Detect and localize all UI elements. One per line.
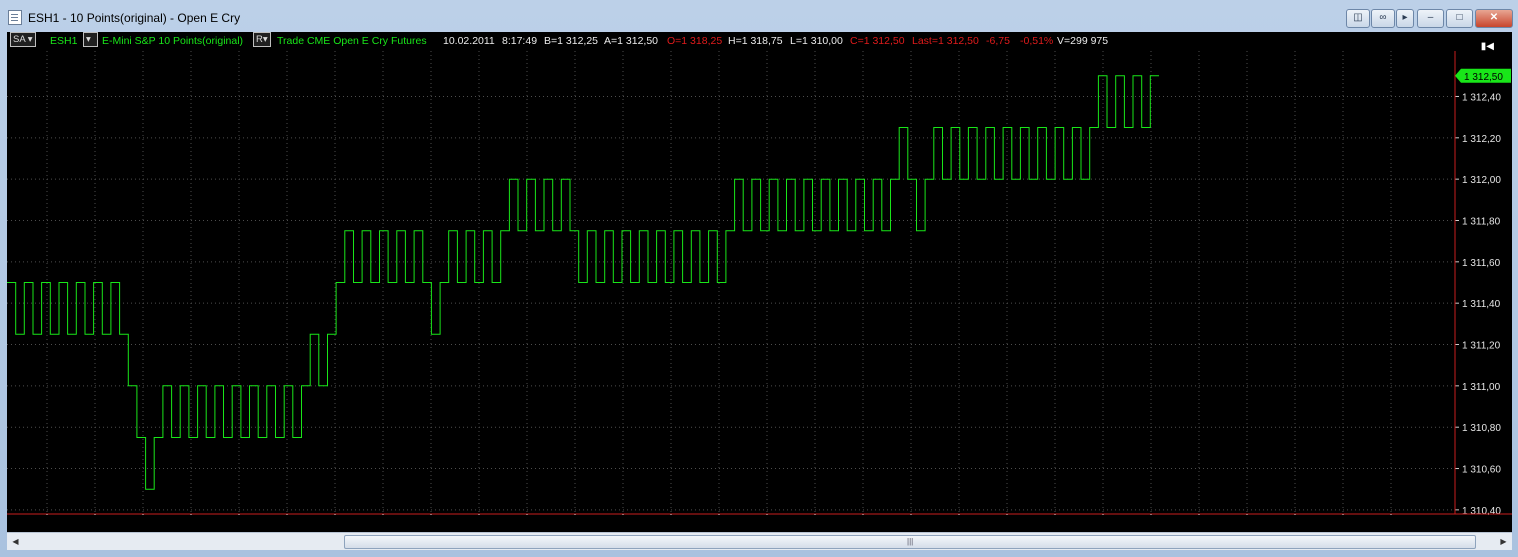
y-tick-label: 1 311,80 xyxy=(1462,216,1501,227)
price-chart[interactable]: 1 312,40 1 312,20 1 312,00 1 311,80 1 311,60… xyxy=(7,32,1512,515)
minimize-button[interactable]: – xyxy=(1417,9,1444,28)
y-tick-label: 1 311,20 xyxy=(1462,341,1501,352)
y-tick-label: 1 312,00 xyxy=(1462,175,1501,186)
y-tick-label: 1 310,60 xyxy=(1462,465,1501,476)
maximize-button[interactable]: □ xyxy=(1446,9,1473,28)
feed-label: Trade CME Open E Cry Futures xyxy=(277,35,427,47)
bid-label: B=1 312,25 xyxy=(544,35,599,47)
chart-panel[interactable]: 1 312,40 1 312,20 1 312,00 1 311,80 1 311,60… xyxy=(7,32,1512,547)
r-label: R xyxy=(256,34,263,45)
scale-pin-icon[interactable]: ▮◀ xyxy=(1481,41,1494,52)
open-label: O=1 318,25 xyxy=(667,35,723,47)
symbol-info-bar: SA ▾ ESH1 ▾ E-Mini S&P 10 Points(origina… xyxy=(7,32,1512,50)
description-label: E-Mini S&P 10 Points(original) xyxy=(102,35,244,47)
symbol-label[interactable]: ESH1 xyxy=(50,32,77,50)
date-label: 10.02.2011 xyxy=(443,35,495,47)
title-bar[interactable]: ESH1 - 10 Points(original) - Open E Cry … xyxy=(0,0,1518,30)
high-label: H=1 318,75 xyxy=(728,35,783,47)
change-pct-label: -0,51% xyxy=(1020,35,1054,47)
low-label: L=1 310,00 xyxy=(790,35,843,47)
tile-window-icon[interactable]: ◫ xyxy=(1346,9,1370,28)
link-windows-icon[interactable]: ∞ xyxy=(1371,9,1395,28)
scroll-right-icon[interactable]: ▶ xyxy=(1497,535,1510,548)
change-label: -6,75 xyxy=(986,35,1010,47)
scroll-thumb[interactable]: ||| xyxy=(344,535,1476,549)
pin-window-icon[interactable]: ▸ xyxy=(1396,9,1414,28)
scroll-left-icon[interactable]: ◀ xyxy=(9,535,22,548)
close-button[interactable]: ✕ xyxy=(1475,9,1513,28)
scroll-grip: ||| xyxy=(907,537,914,546)
y-tick-label: 1 311,60 xyxy=(1462,258,1501,269)
y-tick-label: 1 311,40 xyxy=(1462,299,1501,310)
horizontal-scrollbar[interactable]: ◀ ||| ▶ xyxy=(7,532,1512,550)
r-dropdown[interactable]: R▾ xyxy=(253,32,271,47)
mode-selector[interactable]: SA ▾ xyxy=(10,32,36,47)
close-price-label: C=1 312,50 xyxy=(850,35,905,47)
y-tick-label: 1 310,80 xyxy=(1462,423,1501,434)
document-icon xyxy=(8,10,22,25)
window-title: ESH1 - 10 Points(original) - Open E Cry xyxy=(28,11,241,25)
y-tick-label: 1 311,00 xyxy=(1462,382,1501,393)
y-tick-label: 1 312,40 xyxy=(1462,92,1501,103)
app-window: ESH1 - 10 Points(original) - Open E Cry … xyxy=(0,0,1518,557)
last-price-label: 1 312,50 xyxy=(1464,72,1503,83)
volume-label: V=299 975 xyxy=(1057,35,1109,47)
last-label: Last=1 312,50 xyxy=(912,35,979,47)
time-label: 8:17:49 xyxy=(502,35,538,47)
symbol-dropdown-icon[interactable]: ▾ xyxy=(83,32,98,47)
y-tick-label: 1 312,20 xyxy=(1462,134,1501,145)
mode-label: SA xyxy=(13,34,26,45)
ask-label: A=1 312,50 xyxy=(604,35,659,47)
